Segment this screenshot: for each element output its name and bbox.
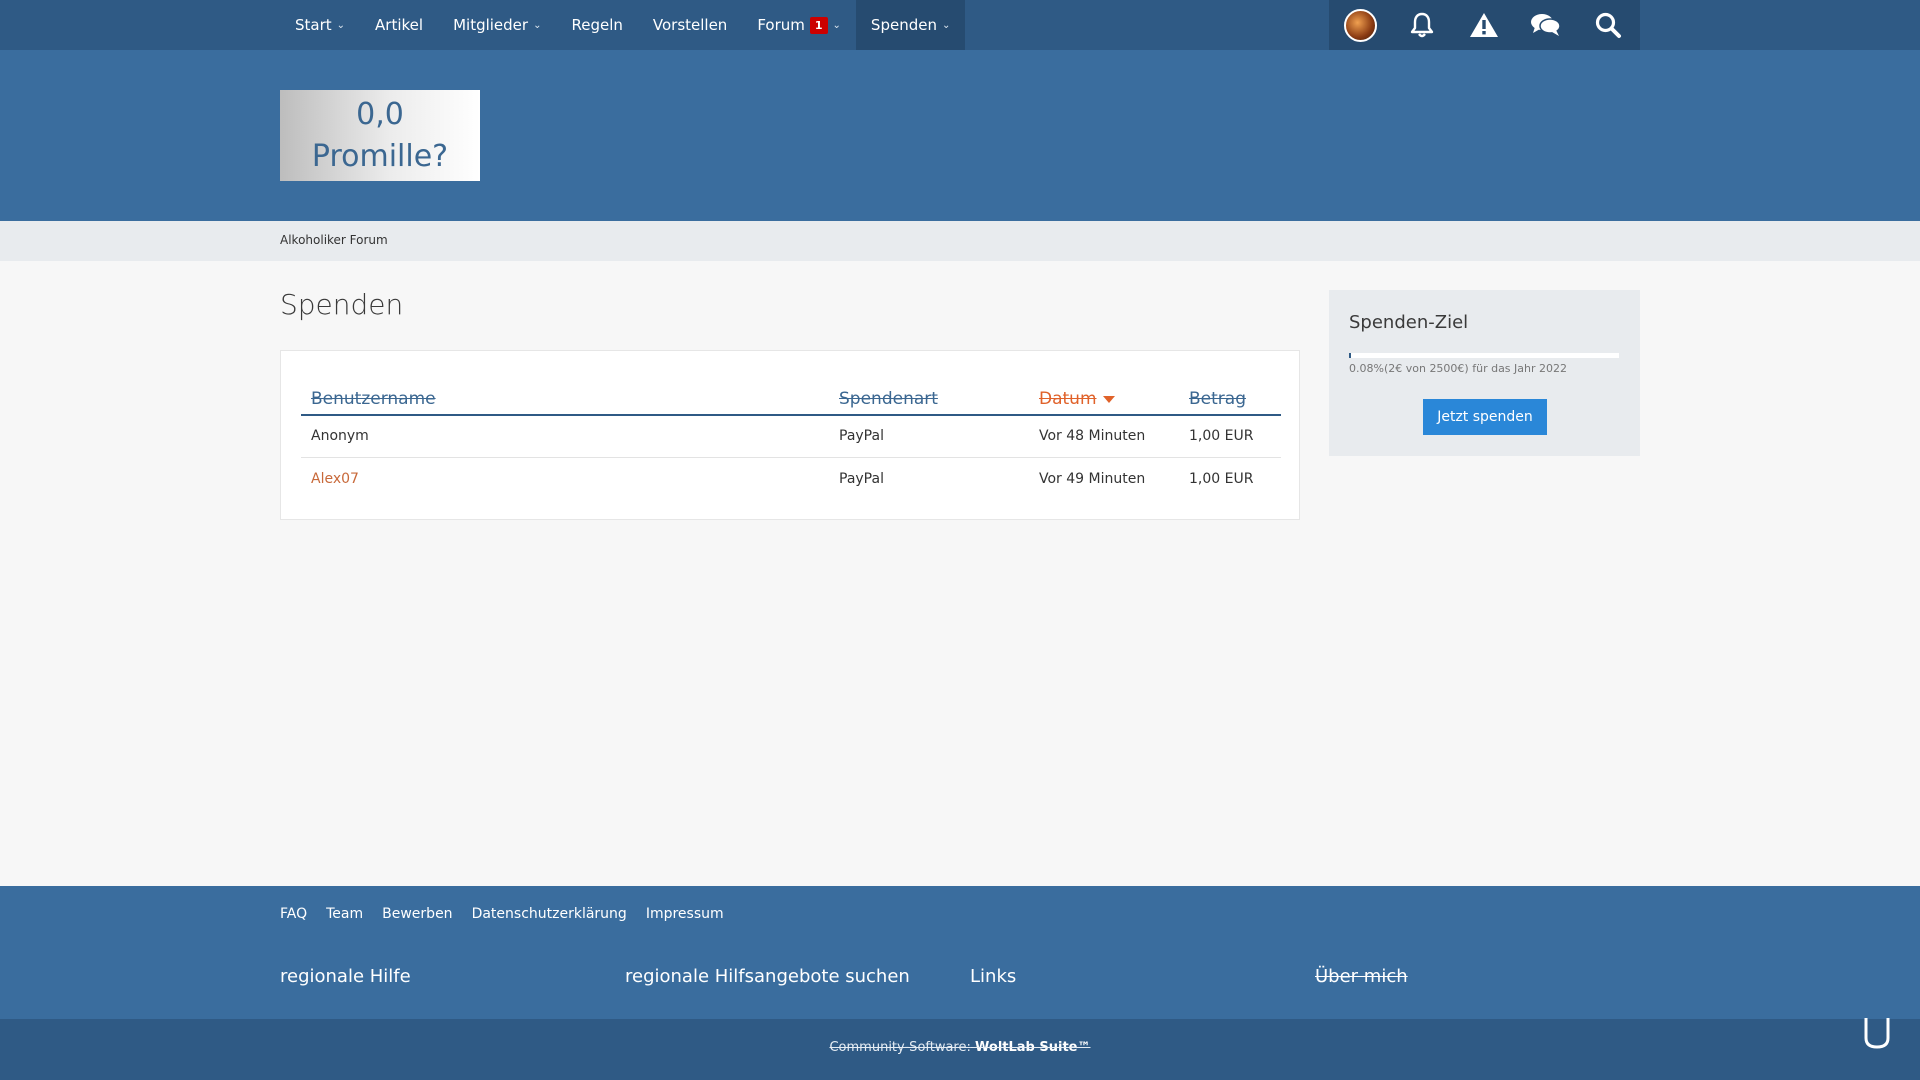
- top-navigation-bar: Start ⌄ Artikel Mitglieder ⌄ Regeln Vors…: [0, 0, 1920, 50]
- site-logo[interactable]: 0,0 Promille?: [280, 90, 480, 181]
- page-header: 0,0 Promille?: [0, 50, 1920, 221]
- donation-date: Vor 49 Minuten: [1039, 471, 1146, 487]
- chevron-down-icon: ⌄: [336, 19, 346, 31]
- donation-date: Vor 48 Minuten: [1039, 428, 1146, 444]
- donor-profile-link[interactable]: Alex07: [311, 471, 359, 487]
- nav-label: Start: [295, 16, 332, 34]
- column-header-label: Datum: [1039, 389, 1097, 409]
- donation-method: PayPal: [839, 428, 884, 444]
- user-menu-button[interactable]: [1329, 0, 1391, 50]
- scroll-to-top-icon[interactable]: [1862, 1016, 1892, 1050]
- nav-item-spenden[interactable]: Spenden ⌄: [855, 0, 966, 50]
- nav-item-regeln[interactable]: Regeln: [556, 0, 637, 50]
- donation-progress-text: 0.08%(2€ von 2500€) für das Jahr 2022: [1349, 362, 1568, 375]
- donation-amount: 1,00 EUR: [1189, 428, 1254, 444]
- footer-box-title: Links: [970, 966, 1017, 987]
- bell-icon: [1410, 12, 1434, 38]
- notifications-button[interactable]: [1391, 0, 1453, 50]
- breadcrumb: Alkoholiker Forum: [0, 221, 1920, 261]
- donations-table: Benutzername Spendenart Datum Betrag Ano…: [280, 350, 1300, 520]
- sort-descending-icon: [1102, 395, 1115, 403]
- footer-box-title: regionale Hilfsangebote suchen: [625, 966, 910, 987]
- column-header-spendenart[interactable]: Spendenart: [839, 389, 938, 409]
- chat-bubbles-icon: [1531, 14, 1561, 36]
- nav-label: Vorstellen: [652, 16, 728, 34]
- footer-box-title: Über mich: [1315, 966, 1408, 987]
- donate-now-button[interactable]: Jetzt spenden: [1423, 399, 1547, 435]
- breadcrumb-link[interactable]: Alkoholiker Forum: [280, 233, 388, 247]
- copyright-prefix: Community-Software:: [829, 1040, 971, 1055]
- chevron-down-icon: ⌄: [533, 19, 542, 31]
- warning-icon: [1470, 13, 1498, 37]
- nav-item-start[interactable]: Start ⌄: [280, 0, 360, 50]
- nav-label: Regeln: [571, 16, 623, 34]
- logo-line-1: 0,0: [356, 96, 404, 132]
- column-header-benutzername[interactable]: Benutzername: [311, 389, 436, 409]
- donation-progress-bar: [1349, 353, 1619, 358]
- nav-label: Forum: [757, 16, 805, 34]
- unread-badge: 1: [809, 16, 828, 34]
- nav-item-vorstellen[interactable]: Vorstellen: [638, 0, 742, 50]
- search-button[interactable]: [1577, 0, 1639, 50]
- copyright-brand-link[interactable]: WoltLab Suite™: [975, 1040, 1090, 1055]
- conversations-button[interactable]: [1515, 0, 1577, 50]
- copyright-text: Community-Software: WoltLab Suite™: [0, 1040, 1920, 1055]
- donation-method: PayPal: [839, 471, 884, 487]
- avatar: [1343, 8, 1377, 42]
- footer-link-bewerben[interactable]: Bewerben: [382, 906, 452, 922]
- donor-name: Anonym: [311, 428, 369, 444]
- nav-item-forum[interactable]: Forum 1 ⌄: [742, 0, 856, 50]
- nav-item-mitglieder[interactable]: Mitglieder ⌄: [438, 0, 556, 50]
- donation-goal-box: Spenden-Ziel 0.08%(2€ von 2500€) für das…: [1329, 290, 1640, 456]
- footer-link-impressum[interactable]: Impressum: [646, 906, 724, 922]
- footer-link-team[interactable]: Team: [326, 906, 363, 922]
- footer-link-faq[interactable]: FAQ: [280, 906, 307, 922]
- donation-progress-fill: [1349, 353, 1352, 358]
- footer-box-title: regionale Hilfe: [280, 966, 411, 987]
- donation-goal-title: Spenden-Ziel: [1349, 312, 1469, 333]
- nav-label: Artikel: [375, 16, 424, 34]
- moderation-button[interactable]: [1453, 0, 1515, 50]
- nav-label: Mitglieder: [453, 16, 529, 34]
- footer-link-datenschutz[interactable]: Datenschutzerklärung: [472, 906, 627, 922]
- table-row: Alex07 PayPal Vor 49 Minuten 1,00 EUR: [301, 459, 1281, 501]
- search-icon: [1595, 12, 1621, 38]
- copyright-bar: Community-Software: WoltLab Suite™: [0, 1019, 1920, 1080]
- chevron-down-icon: ⌄: [941, 19, 951, 31]
- logo-line-2: Promille?: [311, 138, 449, 174]
- page-title: Spenden: [280, 288, 404, 321]
- nav-item-artikel[interactable]: Artikel: [360, 0, 438, 50]
- nav-label: Spenden: [870, 16, 937, 34]
- donation-amount: 1,00 EUR: [1189, 471, 1254, 487]
- footer-navigation: FAQ Team Bewerben Datenschutzerklärung I…: [280, 906, 724, 922]
- user-navigation: [1329, 0, 1640, 50]
- column-header-betrag[interactable]: Betrag: [1189, 389, 1246, 409]
- main-menu: Start ⌄ Artikel Mitglieder ⌄ Regeln Vors…: [280, 0, 966, 50]
- table-header: Benutzername Spendenart Datum Betrag: [301, 379, 1281, 416]
- chevron-down-icon: ⌄: [832, 19, 841, 31]
- page-footer: FAQ Team Bewerben Datenschutzerklärung I…: [0, 886, 1920, 1019]
- column-header-datum[interactable]: Datum: [1039, 389, 1115, 409]
- table-row: Anonym PayPal Vor 48 Minuten 1,00 EUR: [301, 416, 1281, 458]
